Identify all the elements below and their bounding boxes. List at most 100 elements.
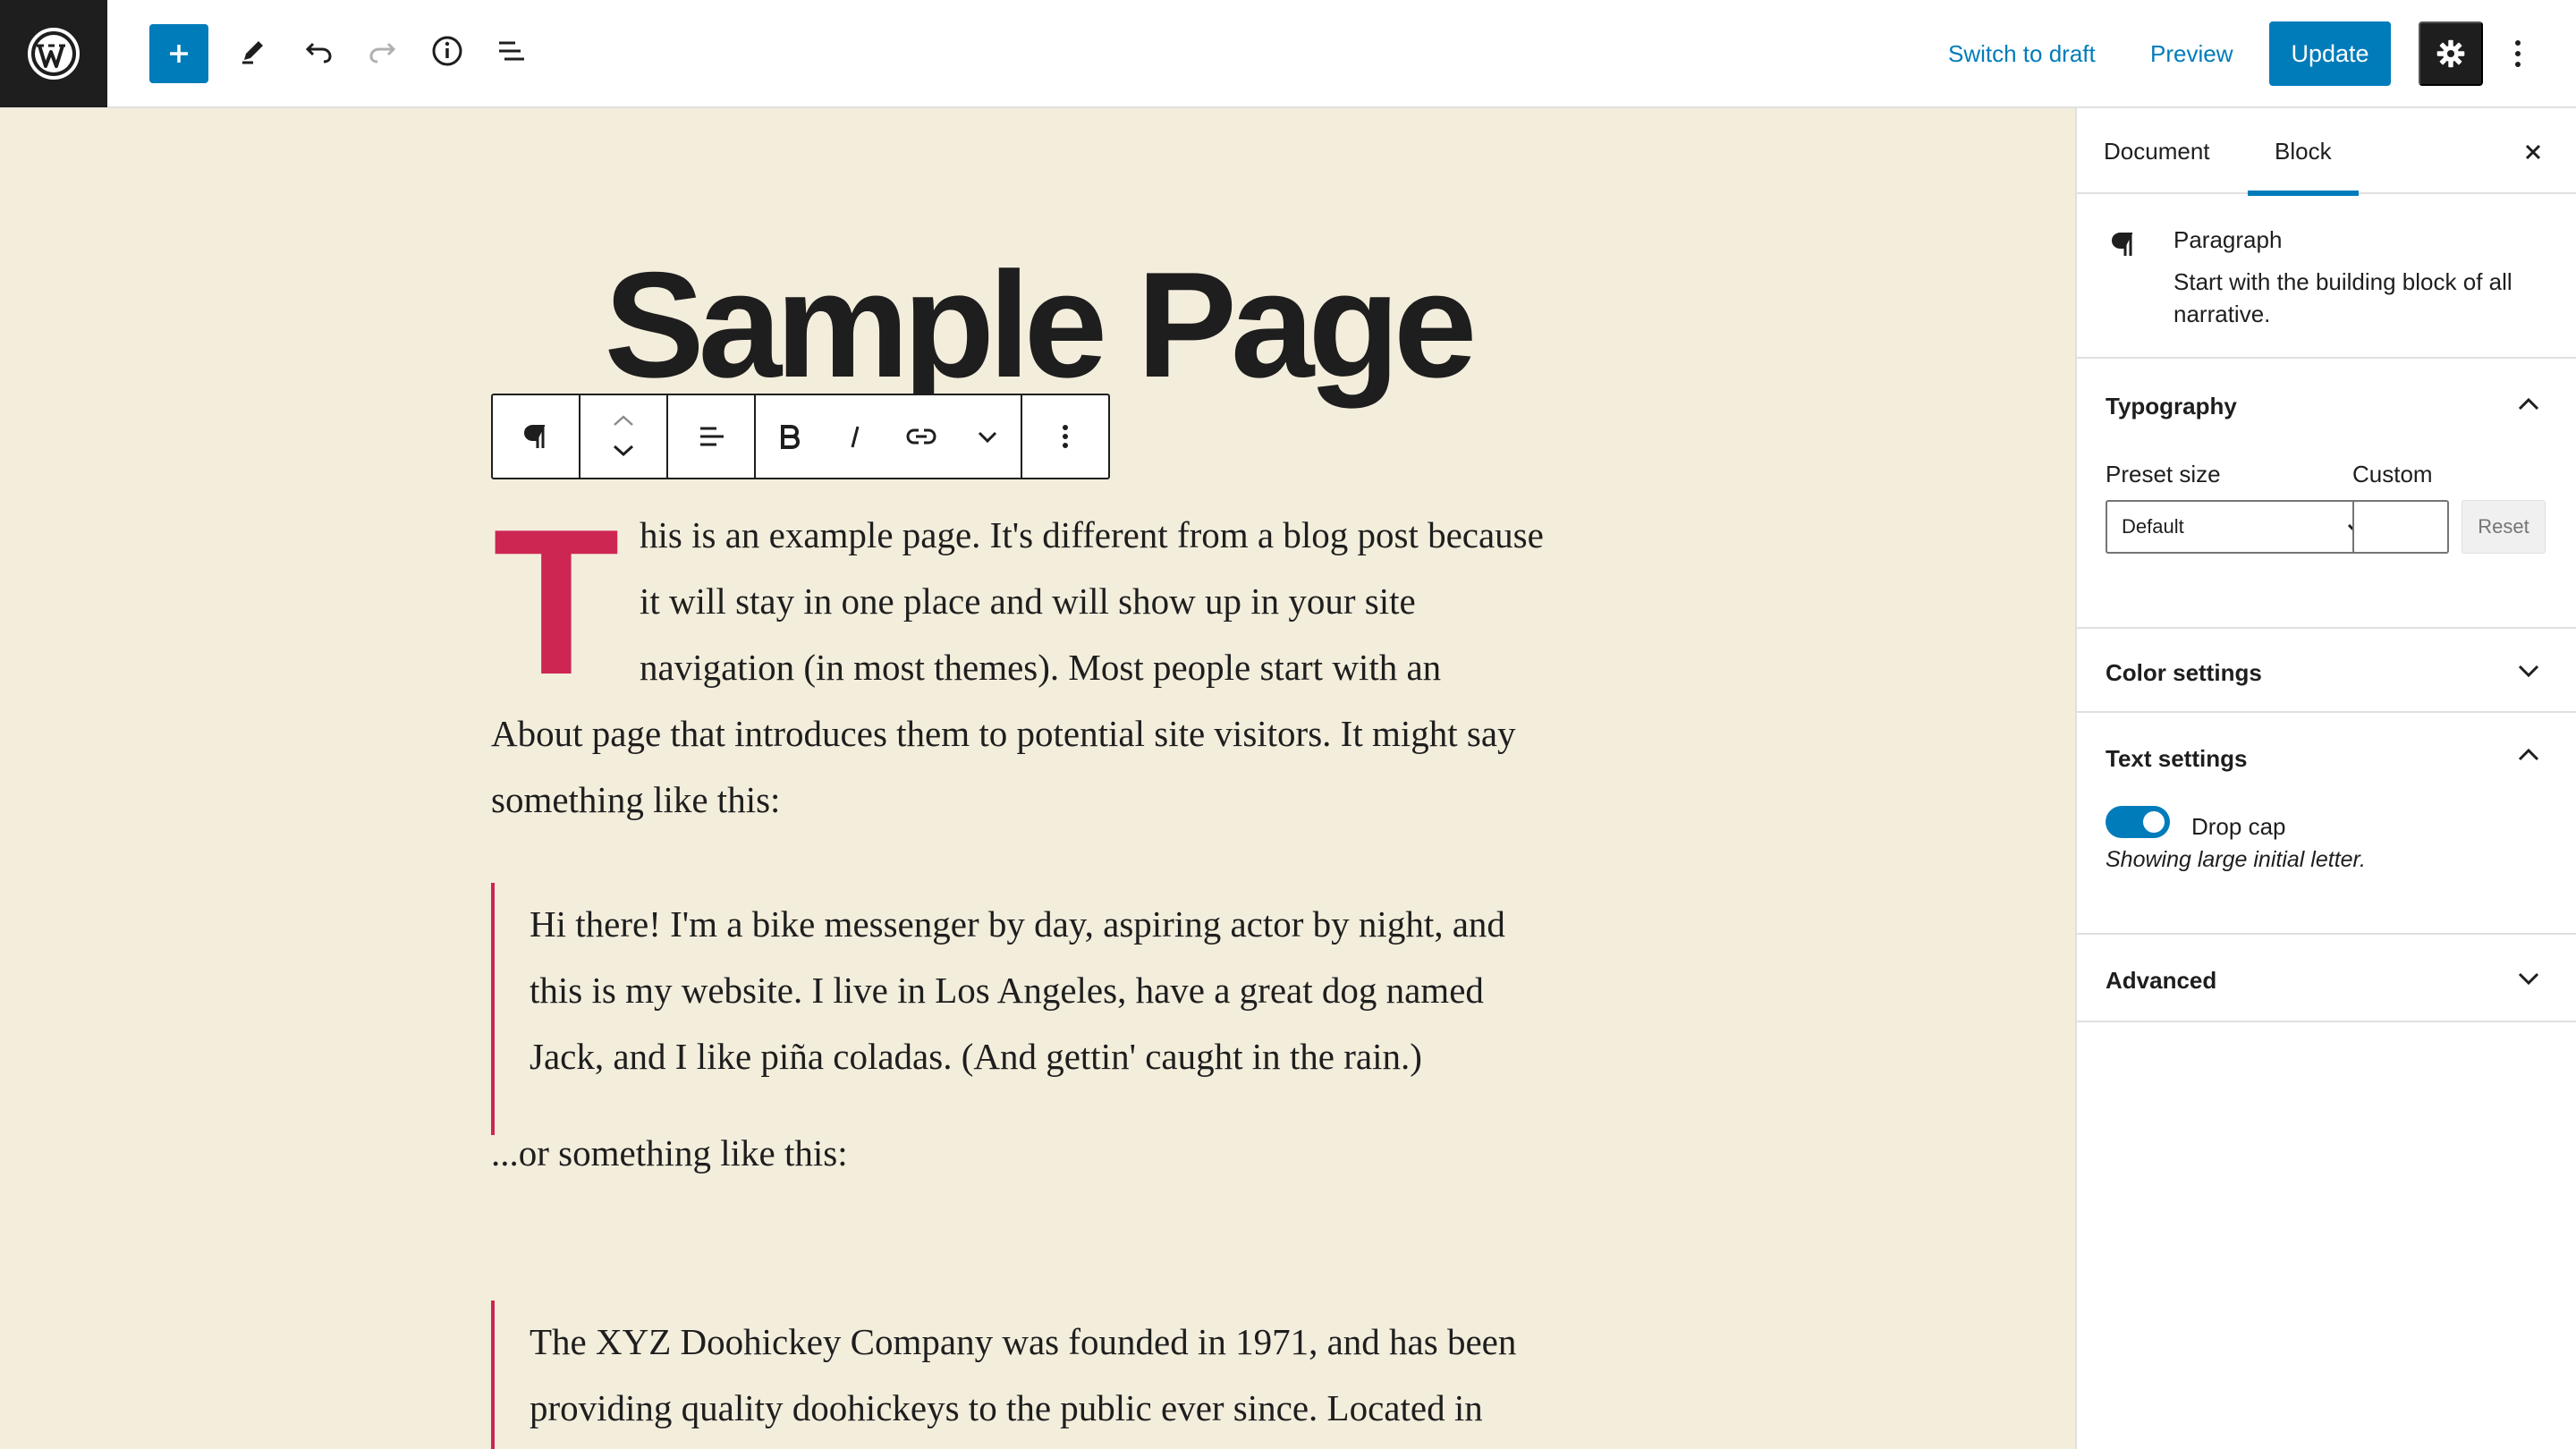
pencil-icon (242, 41, 263, 64)
editor-canvas: Sample Page T his is an example page. It… (0, 108, 2075, 1449)
redo-button[interactable] (353, 21, 412, 80)
quote-line: Jack, and I like piña coladas. (And gett… (530, 1036, 1422, 1077)
move-up-icon[interactable] (609, 411, 638, 429)
undo-icon (305, 42, 332, 64)
preset-size-select[interactable]: Default (2106, 500, 2383, 554)
paragraph-block-first-lines[interactable]: his is an example page. It's different f… (640, 502, 1623, 700)
tab-block[interactable]: Block (2248, 108, 2359, 196)
typography-panel-toggle[interactable]: Typography (2106, 393, 2237, 420)
redo-icon (369, 42, 396, 64)
typography-panel: Typography Preset size Custom (2077, 360, 2576, 629)
alignment-group (668, 395, 756, 478)
page-title[interactable]: Sample Page (0, 250, 2075, 400)
paragraph-block[interactable]: ...or something like this: (491, 1120, 1654, 1186)
chevron-down-icon (2518, 665, 2539, 678)
italic-icon (851, 426, 860, 448)
block-description: Start with the building block of all nar… (2174, 266, 2512, 330)
page-title-text: Sample Page (604, 241, 1478, 409)
chevron-down-icon (978, 431, 997, 444)
paragraph-line: About page that introduces them to poten… (491, 713, 1516, 754)
drop-cap-toggle[interactable] (2106, 806, 2170, 838)
custom-size-label: Custom (2352, 461, 2433, 487)
link-icon (906, 428, 936, 445)
preset-size-value: Default (2122, 515, 2184, 538)
tools-button[interactable] (224, 21, 283, 80)
quote-block[interactable]: The XYZ Doohickey Company was founded in… (530, 1309, 1692, 1441)
reset-font-size-button[interactable]: Reset (2462, 500, 2546, 554)
drop-cap-letter: T (493, 487, 620, 718)
paragraph-line: ...or something like this: (491, 1132, 848, 1174)
top-toolbar: Switch to draft Preview Update (0, 0, 2576, 108)
close-sidebar-button[interactable] (2511, 130, 2555, 174)
advanced-panel[interactable]: Advanced (2077, 935, 2576, 1022)
details-button[interactable] (418, 21, 477, 80)
link-button[interactable] (888, 395, 954, 478)
paragraph-icon (523, 425, 545, 448)
text-settings-toggle[interactable]: Text settings (2106, 745, 2247, 773)
move-down-icon[interactable] (609, 442, 638, 460)
quote-block[interactable]: Hi there! I'm a bike messenger by day, a… (530, 891, 1692, 1089)
block-options-button[interactable] (1022, 395, 1108, 478)
toggle-knob (2143, 811, 2165, 833)
quote-line: The XYZ Doohickey Company was founded in… (530, 1321, 1517, 1362)
close-icon (2525, 144, 2541, 160)
quote-border (491, 1301, 495, 1449)
quote-line: Hi there! I'm a bike messenger by day, a… (530, 903, 1505, 945)
quote-line: this is my website. I live in Los Angele… (530, 970, 1484, 1011)
gear-icon (2436, 39, 2465, 68)
align-button[interactable] (668, 395, 754, 478)
chevron-down-icon (2518, 972, 2539, 986)
options-group (1022, 395, 1108, 478)
switch-to-draft-button[interactable]: Switch to draft (1948, 40, 2096, 68)
more-vertical-icon (2515, 40, 2521, 67)
chevron-up-icon[interactable] (2511, 387, 2546, 423)
chevron-up-icon[interactable] (2511, 738, 2546, 774)
undo-button[interactable] (289, 21, 348, 80)
block-name: Paragraph (2174, 226, 2283, 253)
align-left-icon (700, 427, 724, 446)
more-rich-text-button[interactable] (954, 395, 1021, 478)
custom-size-input[interactable] (2352, 500, 2449, 554)
drop-cap-help-text: Showing large initial letter. (2106, 847, 2366, 872)
italic-button[interactable] (822, 395, 888, 478)
quote-line: providing quality doohickeys to the publ… (530, 1387, 1483, 1428)
format-group (756, 395, 1022, 478)
more-options-button[interactable] (2500, 21, 2536, 86)
more-vertical-icon (1063, 425, 1068, 448)
tab-document[interactable]: Document (2104, 108, 2210, 194)
preview-button[interactable]: Preview (2150, 40, 2233, 68)
info-icon (432, 36, 462, 66)
advanced-title: Advanced (2106, 967, 2217, 994)
list-view-icon (499, 41, 524, 61)
list-view-button[interactable] (482, 21, 541, 80)
plus-icon (170, 45, 188, 63)
paragraph-block-rest[interactable]: About page that introduces them to poten… (491, 700, 1654, 833)
drop-cap-label: Drop cap (2191, 813, 2286, 840)
block-switcher-group (493, 395, 580, 478)
sidebar-tabs: Document Block (2077, 108, 2576, 196)
bold-button[interactable] (756, 395, 822, 478)
bold-icon (781, 425, 801, 449)
mover-group (580, 395, 668, 478)
update-button[interactable]: Update (2269, 21, 2391, 86)
block-card: Paragraph Start with the building block … (2077, 194, 2576, 359)
block-type-button[interactable] (493, 395, 579, 478)
paragraph-line: his is an example page. It's different f… (640, 514, 1544, 555)
add-block-button[interactable] (149, 24, 208, 83)
wordpress-icon (28, 28, 80, 80)
color-settings-title: Color settings (2106, 659, 2262, 686)
quote-border (491, 883, 495, 1135)
paragraph-line: it will stay in one place and will show … (640, 580, 1416, 622)
block-toolbar (491, 394, 1110, 479)
block-mover (580, 395, 666, 478)
paragraph-line: something like this: (491, 779, 781, 820)
wordpress-logo-icon[interactable] (0, 0, 107, 107)
block-description-line: narrative. (2174, 301, 2271, 327)
paragraph-line: navigation (in most themes). Most people… (640, 647, 1442, 688)
preset-size-label: Preset size (2106, 461, 2221, 487)
paragraph-icon (2111, 233, 2132, 256)
settings-button[interactable] (2419, 21, 2483, 86)
block-description-line: Start with the building block of all (2174, 268, 2512, 295)
color-settings-panel[interactable]: Color settings (2077, 627, 2576, 713)
settings-sidebar: Document Block Paragraph Start with the … (2075, 108, 2576, 1449)
